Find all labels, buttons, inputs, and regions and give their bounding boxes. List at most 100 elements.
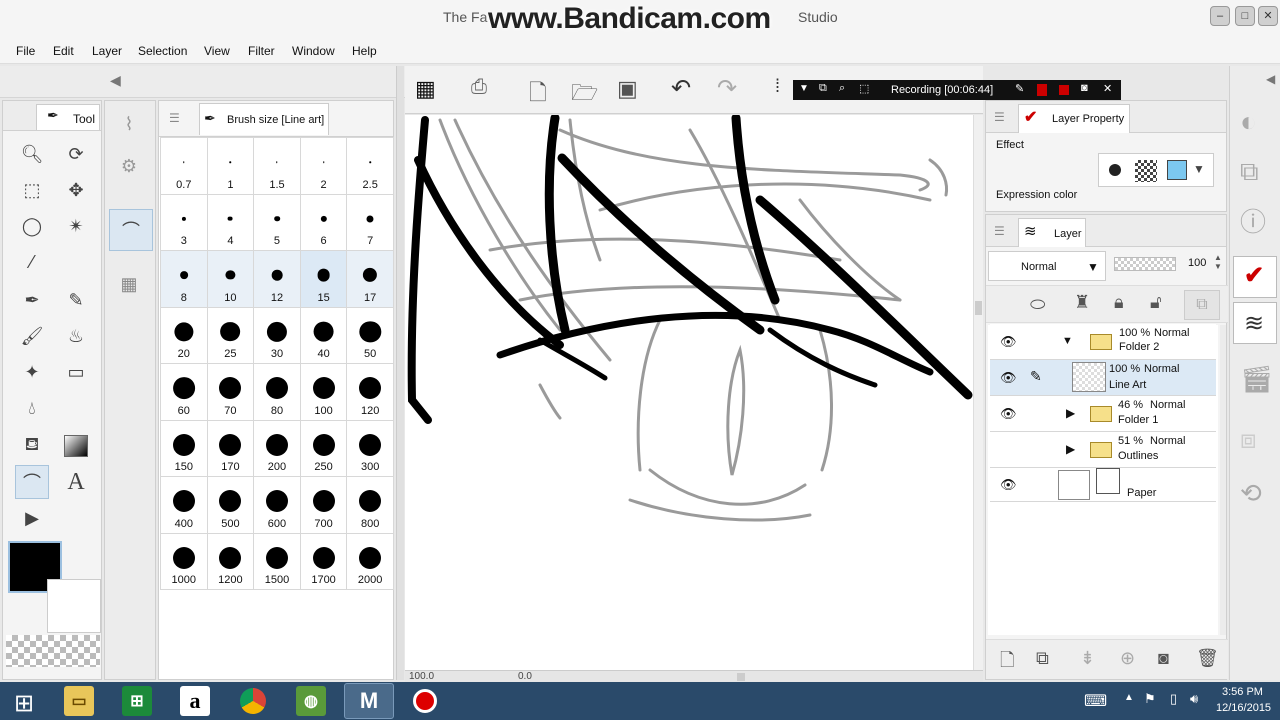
eyedropper-icon[interactable]: ⁄ xyxy=(15,245,49,279)
panel-menu-icon[interactable]: ☰ xyxy=(169,111,180,125)
layer-row-folder-1[interactable]: 👁︎ ▶ 46 % Normal Folder 1 xyxy=(990,396,1216,432)
reference-icon[interactable]: ♜ xyxy=(1074,292,1090,313)
transparent-color-swatch[interactable] xyxy=(6,635,100,667)
eye-icon[interactable]: 👁︎ xyxy=(1000,406,1017,422)
more-icon[interactable]: ⁞ xyxy=(775,76,780,97)
material-subtool-icon[interactable]: ▦ xyxy=(112,267,146,301)
brush-size-cell-1000[interactable]: 1000 xyxy=(160,532,208,590)
move-icon[interactable]: ✥ xyxy=(59,173,93,207)
eye-icon[interactable]: 👁︎ xyxy=(1000,370,1017,386)
maximize-button[interactable]: □ xyxy=(1235,6,1255,26)
lock-icon[interactable]: 🔒︎ xyxy=(1114,292,1124,313)
menu-layer[interactable]: Layer xyxy=(92,44,122,58)
minimize-button[interactable]: – xyxy=(1210,6,1230,26)
start-icon[interactable]: ⊞ xyxy=(14,689,34,718)
collapse-right-icon[interactable]: ◀ xyxy=(1266,72,1275,86)
grid-icon[interactable]: ▦ xyxy=(415,76,436,102)
navigator-icon[interactable]: ◐ xyxy=(1240,106,1257,138)
layer-panel-title[interactable]: Layer xyxy=(1054,228,1082,240)
tone-effect-icon[interactable] xyxy=(1135,160,1157,182)
dock-splitter[interactable] xyxy=(396,66,404,680)
panel-menu-icon[interactable]: ☰ xyxy=(994,110,1005,124)
brush-size-cell-0.7[interactable]: 0.7 xyxy=(160,137,208,195)
brush-size-cell-10[interactable]: 10 xyxy=(206,250,255,308)
collapse-left-icon[interactable]: ◀ xyxy=(110,72,121,89)
fill-icon[interactable]: ⛾ xyxy=(15,429,49,463)
folder-expanded-icon[interactable]: ▼ xyxy=(1062,335,1073,347)
eye-icon[interactable]: 👁︎ xyxy=(1000,477,1017,493)
redo-icon[interactable]: ↷ xyxy=(717,74,737,103)
file-explorer-icon[interactable]: ▭ xyxy=(64,686,94,716)
brush-size-cell-4[interactable]: 4 xyxy=(206,193,255,251)
sub-color-swatch[interactable] xyxy=(47,579,101,633)
store-icon[interactable]: ⊞ xyxy=(122,686,152,716)
brush-size-cell-5[interactable]: 5 xyxy=(253,193,301,251)
mask-icon[interactable]: ◙ xyxy=(1158,648,1169,669)
brush-size-cell-7[interactable]: 7 xyxy=(346,193,394,251)
new-file-icon[interactable]: 🗋︎ xyxy=(529,76,547,114)
drawing-canvas[interactable] xyxy=(405,115,973,670)
rotate-icon[interactable]: ⟳ xyxy=(59,137,93,171)
brush-size-cell-1.5[interactable]: 1.5 xyxy=(253,137,301,195)
tool-tab-label[interactable]: Tool xyxy=(73,112,95,126)
layer-row-folder-2[interactable]: 👁︎ ▼ 100 % Normal Folder 2 xyxy=(990,324,1216,360)
brush-size-cell-15[interactable]: 15 xyxy=(299,250,348,308)
clip-layer-icon[interactable]: ⧉ xyxy=(1184,290,1220,320)
brush-size-cell-2000[interactable]: 2000 xyxy=(346,532,394,590)
folder-collapsed-icon[interactable]: ▶ xyxy=(1066,406,1075,420)
brush-size-cell-40[interactable]: 40 xyxy=(299,306,348,364)
panel-menu-icon[interactable]: ☰ xyxy=(994,224,1005,238)
brush-size-cell-3[interactable]: 3 xyxy=(160,193,208,251)
menu-selection[interactable]: Selection xyxy=(138,44,187,58)
open-file-icon[interactable]: 🗁︎ xyxy=(571,76,598,114)
layer-row-paper[interactable]: 👁︎ Paper xyxy=(990,468,1216,502)
region-icon[interactable]: ⬚ xyxy=(859,82,869,95)
transfer-down-icon[interactable]: ⇟ xyxy=(1080,648,1095,669)
pen-icon[interactable]: ✒ xyxy=(15,283,49,317)
animation-icon[interactable]: 🎬︎ xyxy=(1240,364,1273,395)
brush-size-cell-250[interactable]: 250 xyxy=(299,419,348,477)
delete-layer-icon[interactable]: 🗑︎ xyxy=(1196,648,1219,669)
figure-icon[interactable]: ⌒ xyxy=(15,465,49,499)
keyboard-icon[interactable]: ⌨ xyxy=(1084,691,1107,711)
window-icon[interactable]: ⧉ xyxy=(819,82,827,95)
brush-size-subtool-icon[interactable]: ⌒ xyxy=(109,209,153,251)
brush-size-cell-2.5[interactable]: 2.5 xyxy=(346,137,394,195)
decoration-icon[interactable]: ✦ xyxy=(15,355,49,389)
lock-transparent-icon[interactable]: 🔓︎ xyxy=(1150,292,1162,313)
camera-icon[interactable]: ◙ xyxy=(1081,82,1088,94)
menu-window[interactable]: Window xyxy=(292,44,335,58)
brush-size-cell-12[interactable]: 12 xyxy=(253,250,301,308)
volume-icon[interactable]: 🔊︎ xyxy=(1190,691,1198,707)
brush-size-cell-400[interactable]: 400 xyxy=(160,476,208,534)
brush-size-cell-600[interactable]: 600 xyxy=(253,476,301,534)
layer-row-outlines[interactable]: ▶ 51 % Normal Outlines xyxy=(990,432,1216,468)
brush-size-cell-500[interactable]: 500 xyxy=(206,476,255,534)
new-vector-layer-icon[interactable]: ⧉ xyxy=(1036,648,1049,669)
lasso-icon[interactable]: ◯ xyxy=(15,209,49,243)
info-icon[interactable]: ⓘ xyxy=(1240,202,1266,239)
brush-size-title[interactable]: Brush size [Line art] xyxy=(227,114,324,126)
object-icon[interactable]: ⬚ xyxy=(15,173,49,207)
layer-property-side-button[interactable]: ✔ xyxy=(1233,256,1277,298)
border-effect-icon[interactable] xyxy=(1109,164,1121,176)
brush-size-cell-800[interactable]: 800 xyxy=(346,476,394,534)
save-icon[interactable]: ▣ xyxy=(617,76,638,102)
brush-size-cell-6[interactable]: 6 xyxy=(299,193,348,251)
history-icon[interactable]: ⟲ xyxy=(1240,478,1262,509)
brush-size-cell-1[interactable]: 1 xyxy=(206,137,255,195)
undo-icon[interactable]: ↶ xyxy=(671,74,691,103)
subview-icon[interactable]: ⧉ xyxy=(1240,156,1259,188)
brush-size-cell-17[interactable]: 17 xyxy=(346,250,394,308)
brush-size-cell-170[interactable]: 170 xyxy=(206,419,255,477)
merge-down-icon[interactable]: ⊕ xyxy=(1120,648,1135,669)
clip-studio-icon[interactable]: ⎙ xyxy=(471,76,487,99)
brush-size-cell-20[interactable]: 20 xyxy=(160,306,208,364)
close-button[interactable]: ✕ xyxy=(1258,6,1278,26)
zoom-icon[interactable]: 🔍︎ xyxy=(15,137,49,171)
clip-studio-taskbar-icon[interactable]: M xyxy=(344,683,394,719)
brush-size-cell-150[interactable]: 150 xyxy=(160,419,208,477)
brush-size-cell-100[interactable]: 100 xyxy=(299,363,348,421)
eye-icon[interactable]: 👁︎ xyxy=(1000,334,1017,350)
layer-side-button[interactable]: ≋ xyxy=(1233,302,1277,344)
